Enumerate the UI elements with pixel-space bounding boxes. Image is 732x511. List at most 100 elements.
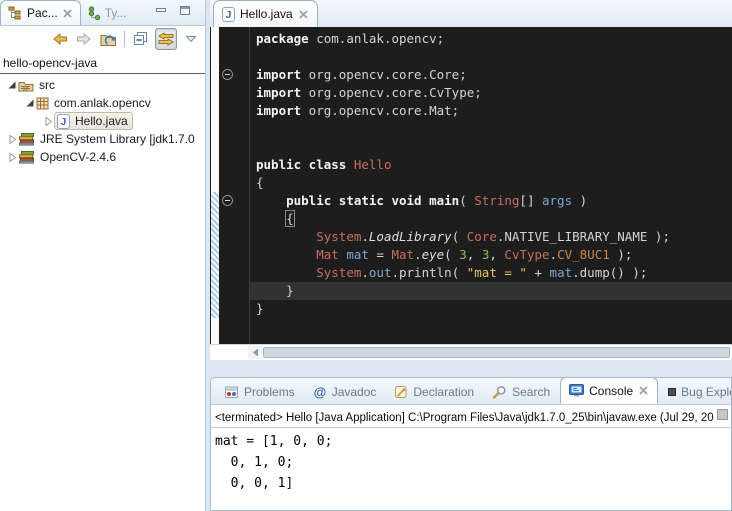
range-indicator bbox=[211, 192, 219, 318]
problems-icon bbox=[224, 385, 239, 399]
code-token: . bbox=[414, 247, 422, 262]
editor-horizontal-scrollbar[interactable] bbox=[210, 344, 732, 360]
tree-item-body: OpenCV-2.4.6 bbox=[18, 150, 116, 164]
console-output[interactable]: mat = [1, 0, 0; 0, 1, 0; 0, 0, 1] bbox=[215, 431, 731, 494]
close-icon[interactable] bbox=[62, 8, 73, 19]
code-line-12: System.LoadLibrary( Core.NATIVE_LIBRARY_… bbox=[256, 228, 670, 246]
view-menu-button[interactable] bbox=[181, 29, 201, 49]
view-tab-label: Console bbox=[589, 384, 633, 398]
java-file-icon: J bbox=[222, 7, 235, 22]
toolbar-separator bbox=[124, 31, 125, 47]
console-title: <terminated> Hello [Java Application] C:… bbox=[211, 405, 731, 427]
close-icon[interactable] bbox=[638, 385, 649, 396]
package-folder-icon bbox=[18, 79, 34, 92]
tree-item-label: OpenCV-2.4.6 bbox=[40, 150, 116, 164]
view-tab-console[interactable]: Console bbox=[560, 378, 658, 404]
view-tab-label: Ty... bbox=[105, 6, 127, 20]
code-token: .println( bbox=[391, 265, 466, 280]
project-root-underline bbox=[0, 73, 205, 74]
fold-collapse-icon[interactable] bbox=[222, 69, 233, 80]
arrow-left-icon bbox=[52, 32, 68, 46]
code-token: = bbox=[369, 247, 392, 262]
code-token: ) bbox=[572, 193, 587, 208]
tree-item-jre-system-library-jdk1.7.0[interactable]: JRE System Library [jdk1.7.0 bbox=[0, 130, 205, 148]
code-editor[interactable]: package com.anlak.opencv;import org.open… bbox=[210, 27, 732, 344]
view-tab-label: Problems bbox=[244, 385, 295, 399]
code-line-13: Mat mat = Mat.eye( 3, 3, CvType.CV_8UC1 … bbox=[256, 246, 670, 264]
scrollbar-thumb[interactable] bbox=[263, 347, 730, 358]
code-token: Mat bbox=[316, 247, 339, 262]
project-tree: src com.anlak.opencv JHello.javaJRE System… bbox=[0, 76, 205, 166]
chevron-down-icon bbox=[185, 35, 197, 43]
collapse-arrow-icon[interactable] bbox=[6, 134, 18, 144]
view-tab-search[interactable]: Search bbox=[484, 379, 558, 404]
code-token: LoadLibrary bbox=[369, 229, 452, 244]
view-tab-problems[interactable]: Problems bbox=[216, 379, 303, 404]
code-line-14: System.out.println( "mat = " + mat.dump(… bbox=[256, 264, 670, 282]
view-tab-declaration[interactable]: Declaration bbox=[386, 379, 482, 404]
code-token: + bbox=[527, 265, 550, 280]
code-token: Hello bbox=[354, 157, 392, 172]
tree-item-label: com.anlak.opencv bbox=[54, 96, 151, 110]
svg-text:J: J bbox=[61, 117, 67, 128]
javadoc-icon: @ bbox=[313, 385, 327, 399]
code-token: import bbox=[256, 85, 301, 100]
code-token: "mat = " bbox=[467, 265, 527, 280]
expand-arrow-icon[interactable] bbox=[24, 98, 36, 108]
code-token: ( bbox=[452, 229, 467, 244]
code-token: out bbox=[369, 265, 392, 280]
editor-tab-hello-java[interactable]: J Hello.java bbox=[213, 0, 318, 27]
link-editor-button[interactable] bbox=[155, 28, 177, 50]
code-token: 3 bbox=[459, 247, 467, 262]
collapse-all-button[interactable] bbox=[131, 29, 151, 49]
code-line-5: import org.opencv.core.Mat; bbox=[256, 102, 670, 120]
code-token: org.opencv.core.Mat; bbox=[301, 103, 459, 118]
scroll-left-arrow-icon[interactable] bbox=[248, 346, 262, 359]
console-view-stack: Problems @ Javadoc Declaration Search Console… bbox=[210, 377, 732, 511]
console-toolbar-button[interactable] bbox=[717, 409, 728, 420]
code-line-15: } bbox=[256, 282, 670, 300]
code-line-6 bbox=[256, 120, 670, 138]
minimize-icon[interactable] bbox=[155, 5, 167, 16]
code-token: import bbox=[256, 67, 301, 82]
expand-arrow-icon[interactable] bbox=[6, 80, 18, 90]
project-root-label[interactable]: hello-opencv-java bbox=[3, 56, 97, 70]
collapse-all-icon bbox=[133, 31, 149, 46]
close-icon[interactable] bbox=[298, 9, 309, 20]
up-button[interactable] bbox=[98, 29, 118, 49]
collapse-arrow-icon[interactable] bbox=[6, 152, 18, 162]
tree-item-src[interactable]: src bbox=[0, 76, 205, 94]
view-tab-label: Pac... bbox=[27, 6, 58, 20]
view-tab-label: Declaration bbox=[413, 385, 474, 399]
editor-tab-label: Hello.java bbox=[240, 7, 293, 21]
code-token: com.anlak.opencv; bbox=[309, 31, 444, 46]
code-line-9: { bbox=[256, 174, 670, 192]
code-token: public class bbox=[256, 157, 354, 172]
code-token bbox=[256, 193, 286, 208]
view-tab-pac[interactable]: Pac... bbox=[0, 0, 81, 25]
back-button[interactable] bbox=[50, 29, 70, 49]
package-explorer-icon bbox=[8, 6, 23, 20]
tree-item-hello.java[interactable]: JHello.java bbox=[0, 112, 205, 130]
bug-icon bbox=[668, 388, 676, 396]
maximize-icon[interactable] bbox=[179, 5, 191, 16]
code-line-4: import org.opencv.core.CvType; bbox=[256, 84, 670, 102]
fold-collapse-icon[interactable] bbox=[222, 195, 233, 206]
tree-item-opencv-2.4.6[interactable]: OpenCV-2.4.6 bbox=[0, 148, 205, 166]
bottom-tabbar: Problems @ Javadoc Declaration Search Console… bbox=[211, 378, 731, 405]
code-line-8: public class Hello bbox=[256, 156, 670, 174]
forward-button[interactable] bbox=[74, 29, 94, 49]
console-separator bbox=[211, 427, 731, 428]
code-token: public static void main bbox=[286, 193, 459, 208]
view-tab-ty[interactable]: Ty... bbox=[81, 1, 134, 25]
collapse-arrow-icon[interactable] bbox=[42, 116, 54, 126]
code-text[interactable]: package com.anlak.opencv;import org.open… bbox=[256, 30, 670, 318]
view-tab-bug-explorer[interactable]: Bug Explorer bbox=[660, 379, 731, 404]
code-line-11: { bbox=[256, 210, 670, 228]
tree-item-com.anlak.opencv[interactable]: com.anlak.opencv bbox=[0, 94, 205, 112]
view-tab-javadoc[interactable]: @ Javadoc bbox=[305, 379, 385, 404]
view-tab-label: Javadoc bbox=[332, 385, 377, 399]
code-token: , bbox=[467, 247, 482, 262]
code-token: . bbox=[361, 229, 369, 244]
code-token: [] bbox=[519, 193, 542, 208]
